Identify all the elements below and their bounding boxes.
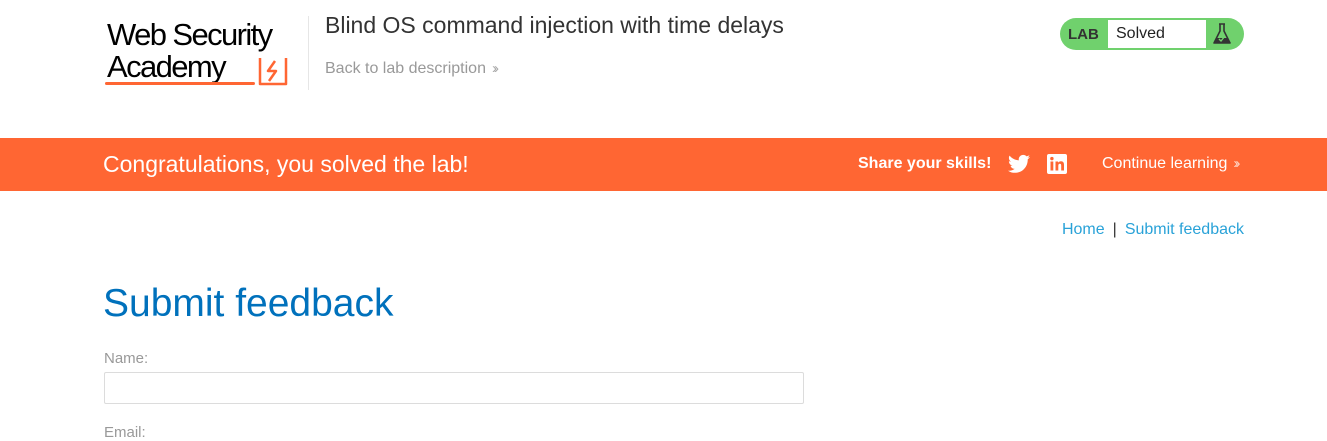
name-label: Name: xyxy=(104,350,149,367)
logo-underline xyxy=(105,82,255,85)
congratulations-message: Congratulations, you solved the lab! xyxy=(103,151,469,177)
flask-icon xyxy=(1213,23,1231,44)
lab-status-value: Solved xyxy=(1108,20,1206,48)
academy-logo[interactable]: Web Security Academy xyxy=(105,14,310,88)
logo-text-line1: Web Security xyxy=(107,17,273,52)
lab-tag: LAB xyxy=(1068,26,1099,43)
header-divider xyxy=(308,16,309,90)
double-chevron-right-icon: ›› xyxy=(491,60,499,77)
logo-text-line2: Academy xyxy=(107,49,227,84)
breadcrumb-submit-feedback-link[interactable]: Submit feedback xyxy=(1125,221,1244,238)
double-chevron-right-icon: ›› xyxy=(1233,155,1240,172)
twitter-icon[interactable] xyxy=(1008,154,1030,174)
continue-learning-link[interactable]: Continue learning ›› xyxy=(1102,155,1240,173)
name-input[interactable] xyxy=(104,372,804,404)
breadcrumb-separator: | xyxy=(1112,221,1117,238)
lab-title: Blind OS command injection with time del… xyxy=(325,12,784,38)
solved-banner: Congratulations, you solved the lab! Sha… xyxy=(0,138,1327,191)
email-label: Email: xyxy=(104,424,146,441)
continue-learning-label: Continue learning xyxy=(1102,155,1228,172)
back-link-label: Back to lab description xyxy=(325,60,486,77)
back-to-lab-description-link[interactable]: Back to lab description ›› xyxy=(325,60,499,78)
lab-status-widget: LAB Solved xyxy=(1060,18,1244,50)
page-title: Submit feedback xyxy=(103,282,394,325)
linkedin-icon[interactable] xyxy=(1047,154,1067,174)
share-skills-label: Share your skills! xyxy=(858,155,992,172)
breadcrumb-home-link[interactable]: Home xyxy=(1062,221,1105,238)
lightning-bolt-icon xyxy=(258,58,288,86)
breadcrumb: Home | Submit feedback xyxy=(1062,221,1244,239)
